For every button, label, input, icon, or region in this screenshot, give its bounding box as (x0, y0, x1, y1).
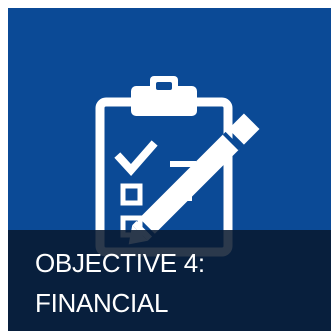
tile-title-line2: FINANCIAL (35, 288, 169, 318)
tile-title-line1: OBJECTIVE 4: (35, 248, 205, 278)
clipboard-checklist-pencil-icon (95, 76, 260, 257)
tile-caption: OBJECTIVE 4: FINANCIAL (8, 230, 331, 331)
objective-tile[interactable]: OBJECTIVE 4: FINANCIAL (8, 8, 331, 331)
